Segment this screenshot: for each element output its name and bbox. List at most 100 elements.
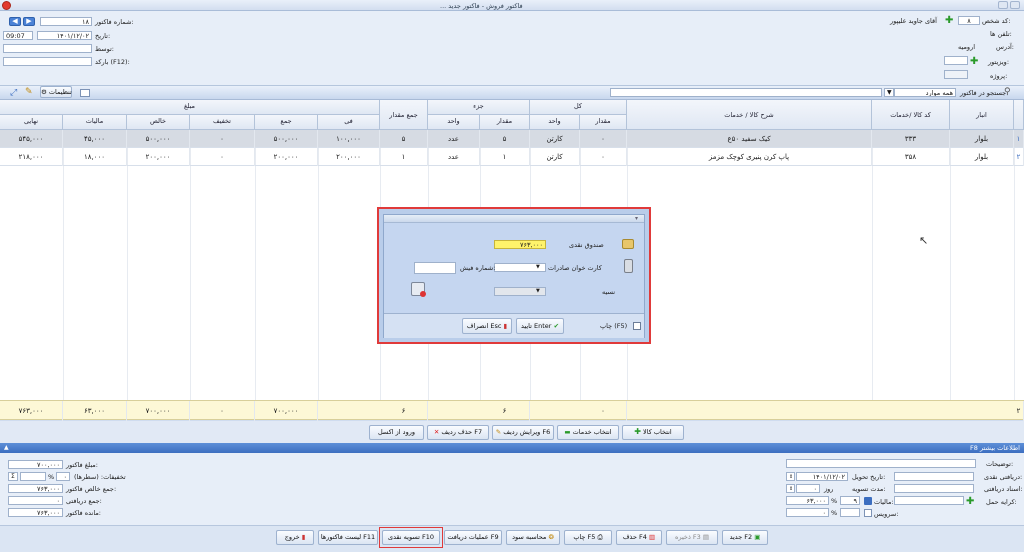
cash-received-field[interactable]	[894, 472, 974, 481]
cell-desc[interactable]: کیک سفید ۵۰ع	[627, 130, 872, 148]
card-reader-dropdown-icon[interactable]: ▼	[536, 264, 540, 270]
cash-box-field[interactable]: ۷۶۳,۰۰۰	[494, 240, 546, 249]
col-header-takhfif[interactable]: تخفیف	[190, 115, 255, 130]
next-arrow-icon[interactable]: ▶	[23, 17, 35, 26]
select-service-button[interactable]: ▬ انتخاب خدمات	[557, 425, 619, 440]
add-visitor-icon[interactable]: ✚	[970, 57, 978, 67]
print-button[interactable]: چاپ F5 ⎙	[564, 530, 612, 545]
date-field[interactable]: ۱۴۰۱/۱۲/۰۲	[37, 31, 92, 40]
edit-row-button[interactable]: ✎ ویرایش ردیف F6	[492, 425, 554, 440]
cell-kol-meqdar[interactable]: ۰	[580, 148, 627, 166]
cell-joz-vahed[interactable]: عدد	[428, 148, 480, 166]
add-shipping-icon[interactable]: ✚	[966, 497, 974, 507]
expand-icon[interactable]: ⤢	[10, 89, 19, 98]
date-spinner-icon[interactable]: ⇕	[786, 472, 795, 481]
cell-kol-meqdar[interactable]: ۰	[580, 130, 627, 148]
cell-sum-meqdar[interactable]: ۱	[380, 148, 428, 166]
receipts-button[interactable]: عملیات دریافت F9	[444, 530, 502, 545]
chevron-up-icon[interactable]: ▲	[4, 443, 9, 453]
select-goods-button[interactable]: ✚ انتخاب کالا	[622, 425, 684, 440]
credit-dropdown-icon[interactable]: ▼	[536, 288, 540, 294]
cell-khales[interactable]: ۲۰۰,۰۰۰	[127, 148, 190, 166]
service-checkbox[interactable]	[864, 509, 872, 517]
receipt-number-field[interactable]	[414, 262, 456, 274]
col-header-khales[interactable]: خالص	[127, 115, 190, 130]
service-percent-field[interactable]	[840, 508, 860, 517]
tax-percent-field[interactable]: ۹	[840, 496, 860, 505]
notes-field[interactable]	[786, 459, 976, 468]
discount-field[interactable]: ۰	[56, 472, 70, 481]
cell-joz-meqdar[interactable]: ۵	[480, 130, 530, 148]
shipping-field[interactable]	[894, 496, 964, 505]
col-header-kol-meqdar[interactable]: مقدار	[580, 115, 627, 130]
cell-fi[interactable]: ۲۰۰,۰۰۰	[318, 148, 380, 166]
cell-jam[interactable]: ۲۰۰,۰۰۰	[255, 148, 318, 166]
settings-button[interactable]: ⚙ تنظیمات	[40, 86, 72, 98]
search-scope-select[interactable]: همه موارد	[894, 88, 956, 97]
settle-period-field[interactable]: ۰	[796, 484, 820, 493]
table-row[interactable]: ۱ بلوار ۳۳۳ کیک سفید ۵۰ع ۰ کارتن ۵ عدد ۵…	[0, 130, 1024, 148]
cell-nahaee[interactable]: ۵۴۵,۰۰۰	[0, 130, 63, 148]
cell-sum-meqdar[interactable]: ۵	[380, 130, 428, 148]
delete-row-button[interactable]: ✕ حذف ردیف F7	[427, 425, 489, 440]
invoice-list-button[interactable]: لیست فاکتورها F11	[318, 530, 378, 545]
col-header-joz-vahed[interactable]: واحد	[428, 115, 480, 130]
cell-desc[interactable]: پاپ کرن پنیری کوچک مزمز	[627, 148, 872, 166]
received-docs-field[interactable]	[894, 484, 974, 493]
new-button[interactable]: جدید F2 ▣	[722, 530, 768, 545]
col-header-maliat[interactable]: مالیات	[63, 115, 127, 130]
col-header-joz-meqdar[interactable]: مقدار	[480, 115, 530, 130]
cell-kol-vahed[interactable]: کارتن	[530, 130, 580, 148]
cell-code[interactable]: ۳۳۳	[872, 130, 950, 148]
discount-percent-field[interactable]	[20, 472, 46, 481]
cell-nahaee[interactable]: ۲۱۸,۰۰۰	[0, 148, 63, 166]
by-field[interactable]	[3, 44, 92, 53]
barcode-field[interactable]	[3, 57, 92, 66]
delivery-date-field[interactable]: ۱۴۰۱/۱۲/۰۲	[796, 472, 848, 481]
cell-anbar[interactable]: بلوار	[950, 130, 1014, 148]
cell-fi[interactable]: ۱۰۰,۰۰۰	[318, 130, 380, 148]
visitor-field[interactable]	[944, 56, 968, 65]
cell-khales[interactable]: ۵۰۰,۰۰۰	[127, 130, 190, 148]
save-button[interactable]: ذخیره F3 ▤	[666, 530, 718, 545]
time-field[interactable]: 09:07	[3, 31, 33, 40]
col-header-nahaee[interactable]: نهایی	[0, 115, 63, 130]
exit-button[interactable]: خروج ▮	[276, 530, 314, 545]
cell-maliat[interactable]: ۴۵,۰۰۰	[63, 130, 127, 148]
cell-joz-vahed[interactable]: عدد	[428, 130, 480, 148]
print-checkbox[interactable]	[633, 322, 641, 330]
more-info-bar[interactable]: F8 اطلاعات بیشتر ▲	[0, 443, 1024, 453]
col-header-anbar[interactable]: انبار	[950, 100, 1014, 130]
cell-code[interactable]: ۳۵۸	[872, 148, 950, 166]
cell-takhfif[interactable]: ۰	[190, 130, 255, 148]
add-customer-icon[interactable]: ✚	[945, 16, 953, 26]
minimize-icon[interactable]	[998, 1, 1008, 9]
cancel-button[interactable]: انصراف Esc ▮	[462, 318, 512, 334]
col-header-kol-vahed[interactable]: واحد	[530, 115, 580, 130]
profit-button[interactable]: محاسبه سود ❂	[506, 530, 560, 545]
excel-import-button[interactable]: ورود از اکسل	[369, 425, 424, 440]
col-header-jam[interactable]: جمع	[255, 115, 318, 130]
cell-anbar[interactable]: بلوار	[950, 148, 1014, 166]
search-input[interactable]	[610, 88, 882, 97]
period-spinner-icon[interactable]: ⇕	[786, 484, 795, 493]
prev-arrow-icon[interactable]: ◀	[9, 17, 21, 26]
column-icon[interactable]	[80, 89, 90, 97]
cell-maliat[interactable]: ۱۸,۰۰۰	[63, 148, 127, 166]
tools-icon[interactable]: ✎	[25, 88, 35, 97]
col-header-sum-meqdar[interactable]: جمع مقدار	[380, 100, 428, 130]
confirm-button[interactable]: تایید Enter ✔	[516, 318, 564, 334]
cell-kol-vahed[interactable]: کارتن	[530, 148, 580, 166]
sigma-icon[interactable]: Σ	[8, 472, 18, 481]
cell-takhfif[interactable]: ۰	[190, 148, 255, 166]
col-header-code[interactable]: کد کالا /خدمات	[872, 100, 950, 130]
delete-button[interactable]: حذف F4 ▥	[616, 530, 662, 545]
customer-code-field[interactable]: ۸	[958, 16, 980, 25]
chevron-down-icon[interactable]: ▼	[884, 88, 894, 97]
cell-joz-meqdar[interactable]: ۱	[480, 148, 530, 166]
project-field[interactable]	[944, 70, 968, 79]
close-icon[interactable]	[2, 1, 11, 10]
dialog-close-icon[interactable]: ▾	[635, 215, 638, 222]
cell-jam[interactable]: ۵۰۰,۰۰۰	[255, 130, 318, 148]
col-header-desc[interactable]: شرح کالا / خدمات	[627, 100, 872, 130]
